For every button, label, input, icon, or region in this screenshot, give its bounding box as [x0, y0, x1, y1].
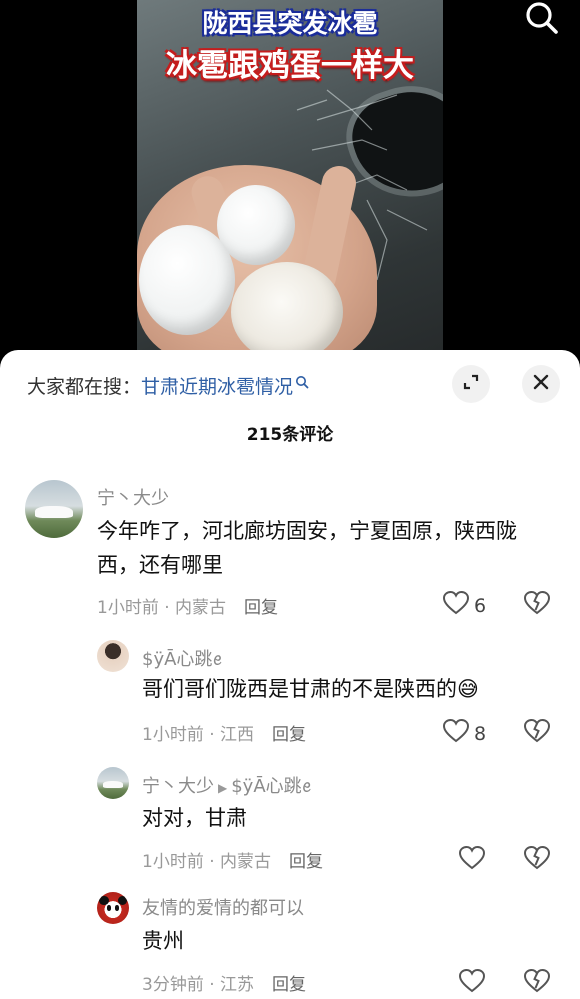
hailstone-image	[231, 262, 343, 360]
reply-button[interactable]: 回复	[272, 725, 306, 745]
like-button[interactable]	[458, 968, 486, 999]
comment-author[interactable]: 友情的爱情的都可以	[142, 894, 304, 920]
panda-eye	[114, 905, 120, 911]
car-image	[35, 505, 73, 519]
like-count: 6	[474, 594, 487, 617]
comment-time-location: 1小时前 · 内蒙古	[97, 598, 227, 618]
car-image	[102, 781, 124, 789]
like-button[interactable]: 6	[442, 590, 486, 621]
video-title-line1: 陇西县突发冰雹	[202, 9, 378, 38]
reply-button[interactable]: 回复	[289, 852, 323, 872]
hot-search-link[interactable]: 甘肃近期冰雹情况	[141, 376, 293, 398]
comment-time-location: 1小时前 · 江西	[142, 725, 255, 745]
close-button[interactable]	[522, 365, 560, 403]
heart-icon	[458, 845, 486, 876]
close-icon	[532, 373, 550, 395]
panda-ear	[117, 895, 128, 906]
comment-meta: 3分钟前 · 江苏 回复	[142, 970, 306, 995]
like-count: 8	[474, 722, 487, 745]
dislike-button[interactable]	[523, 968, 551, 998]
video-title-line2: 冰雹跟鸡蛋一样大	[166, 48, 414, 84]
hailstone-image	[139, 225, 235, 335]
expand-button[interactable]	[452, 365, 490, 403]
like-button[interactable]: 8	[442, 718, 486, 749]
heart-icon	[458, 968, 486, 999]
heart-icon	[442, 718, 470, 749]
avatar[interactable]	[97, 640, 129, 672]
video-player[interactable]: 陇西县突发冰雹 冰雹跟鸡蛋一样大	[137, 0, 443, 360]
hot-search-bar[interactable]: 大家都在搜：甘肃近期冰雹情况	[27, 372, 309, 399]
comment-meta: 1小时前 · 内蒙古 回复	[142, 847, 323, 872]
comment-text: 贵州	[142, 929, 184, 953]
broken-heart-icon	[523, 968, 551, 998]
expand-icon	[461, 372, 481, 396]
comment-time-location: 3分钟前 · 江苏	[142, 975, 255, 995]
search-icon[interactable]	[522, 0, 562, 36]
broken-heart-icon	[523, 590, 551, 620]
comment-text: 哥们哥们陇西是甘肃的不是陕西的😅	[142, 677, 479, 701]
reply-button[interactable]: 回复	[244, 598, 278, 618]
comment-time-location: 1小时前 · 内蒙古	[142, 852, 272, 872]
reply-arrow-icon: ▶	[218, 781, 228, 795]
panda-ear	[98, 895, 109, 906]
heart-icon	[442, 590, 470, 621]
comment-author[interactable]: 宁丶大少	[142, 776, 214, 797]
panda-eye	[106, 905, 112, 911]
hot-search-prefix: 大家都在搜：	[27, 376, 142, 398]
reply-button[interactable]: 回复	[272, 975, 306, 995]
comment-meta: 1小时前 · 江西 回复	[142, 720, 306, 745]
broken-heart-icon	[523, 718, 551, 748]
avatar[interactable]	[97, 767, 129, 799]
reply-to-author[interactable]: $ÿĀ心跳ꫀ	[231, 776, 311, 797]
dislike-button[interactable]	[523, 718, 551, 748]
comment-author[interactable]: 宁丶大少	[97, 484, 169, 510]
avatar[interactable]	[25, 480, 83, 538]
search-icon	[295, 372, 309, 394]
comment-sheet: 大家都在搜：甘肃近期冰雹情况 215条评论 宁丶大少 今年咋了，河北廊坊固安，宁…	[0, 350, 580, 999]
dislike-button[interactable]	[523, 590, 551, 620]
broken-heart-icon	[523, 845, 551, 875]
dislike-button[interactable]	[523, 845, 551, 875]
comment-text: 今年咋了，河北廊坊固安，宁夏固原，陕西陇西，还有哪里	[97, 519, 517, 577]
comment-count: 215条评论	[246, 425, 334, 445]
avatar[interactable]	[97, 892, 129, 924]
comment-meta: 1小时前 · 内蒙古 回复	[97, 593, 278, 618]
comment-text: 对对，甘肃	[142, 806, 247, 830]
like-button[interactable]	[458, 845, 486, 876]
